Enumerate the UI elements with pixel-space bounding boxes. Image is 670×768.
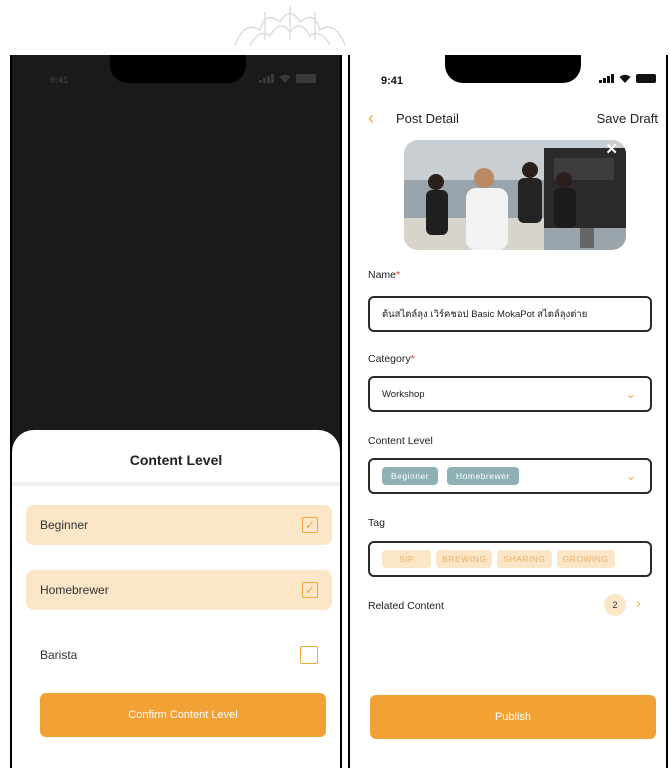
battery-icon — [636, 74, 656, 83]
tag-field[interactable]: SIP BREWING SHARING GROWING — [368, 541, 652, 577]
top-nav: ‹ Post Detail Save Draft — [350, 109, 666, 128]
chevron-down-icon: ⌄ — [625, 387, 636, 401]
name-label: Name* — [368, 269, 400, 281]
tag-pill[interactable]: GROWING — [556, 550, 615, 568]
level-option-barista[interactable]: Barista — [26, 635, 332, 675]
signal-icon — [259, 74, 274, 83]
category-select[interactable]: Workshop ⌄ — [368, 376, 652, 412]
signal-icon — [599, 74, 614, 83]
category-label: Category* — [368, 353, 415, 365]
status-icons — [259, 74, 316, 83]
checkbox-checked[interactable]: ✓ — [302, 582, 318, 598]
post-detail-screen: 9:41 ‹ Post Detail Save Draft ✕ Name* ต้… — [348, 55, 668, 768]
name-field[interactable]: ต้นสไตล์ลุง เวิร์คชอป Basic MokaPot สไตล… — [368, 296, 652, 332]
level-option-label: Beginner — [40, 518, 89, 532]
content-level-label: Content Level — [368, 435, 433, 447]
content-level-sheet: Content Level Beginner ✓ Homebrewer ✓ Ba… — [12, 430, 340, 768]
sheet-title: Content Level — [129, 452, 223, 468]
tag-pill[interactable]: SIP — [382, 550, 432, 568]
cover-photo-image — [404, 140, 626, 250]
status-time: 9:41 — [50, 75, 69, 85]
back-chevron-icon[interactable]: ‹ — [368, 109, 374, 127]
tag-label: Tag — [368, 517, 385, 529]
cover-photo: ✕ — [404, 140, 626, 250]
category-value: Workshop — [382, 388, 425, 400]
content-level-select[interactable]: Beginner Homebrewer ⌄ — [368, 458, 652, 494]
checkbox-checked[interactable]: ✓ — [302, 517, 318, 533]
level-option-label: Barista — [40, 648, 78, 662]
level-option-homebrewer[interactable]: Homebrewer ✓ — [26, 570, 332, 610]
wifi-icon — [279, 74, 291, 83]
related-content-label: Related Content — [368, 600, 444, 612]
required-mark: * — [410, 353, 415, 365]
save-draft-button[interactable]: Save Draft — [597, 111, 658, 126]
level-option-beginner[interactable]: Beginner ✓ — [26, 505, 332, 545]
status-time: 9:41 — [381, 75, 404, 87]
level-option-label: Homebrewer — [40, 583, 109, 597]
checkbox-unchecked[interactable] — [300, 646, 318, 664]
page-title: Post Detail — [396, 111, 459, 126]
tag-pill[interactable]: SHARING — [497, 550, 552, 568]
status-icons — [599, 74, 656, 83]
content-level-screen: 9:41 Content Level Beginner ✓ Homebrewer… — [10, 55, 342, 768]
seal-watermark — [234, 6, 346, 46]
related-count-badge[interactable]: 2 — [604, 594, 626, 616]
battery-icon — [296, 74, 316, 83]
sheet-divider — [12, 482, 340, 486]
content-level-pill: Homebrewer — [447, 467, 519, 485]
name-label-text: Name — [368, 269, 397, 281]
category-label-text: Category — [368, 353, 411, 365]
phone-notch — [445, 55, 581, 83]
publish-button[interactable]: Publish — [370, 695, 656, 739]
content-level-pill: Beginner — [382, 467, 439, 485]
chevron-right-icon[interactable]: › — [636, 595, 641, 611]
chevron-down-icon: ⌄ — [625, 469, 636, 483]
required-mark: * — [396, 269, 401, 281]
confirm-content-level-button[interactable]: Confirm Content Level — [40, 693, 326, 737]
phone-notch — [110, 55, 246, 83]
name-value: ต้นสไตล์ลุง เวิร์คชอป Basic MokaPot สไตล… — [382, 308, 588, 320]
tag-pill[interactable]: BREWING — [436, 550, 493, 568]
close-icon[interactable]: ✕ — [605, 140, 618, 158]
wifi-icon — [619, 74, 631, 83]
